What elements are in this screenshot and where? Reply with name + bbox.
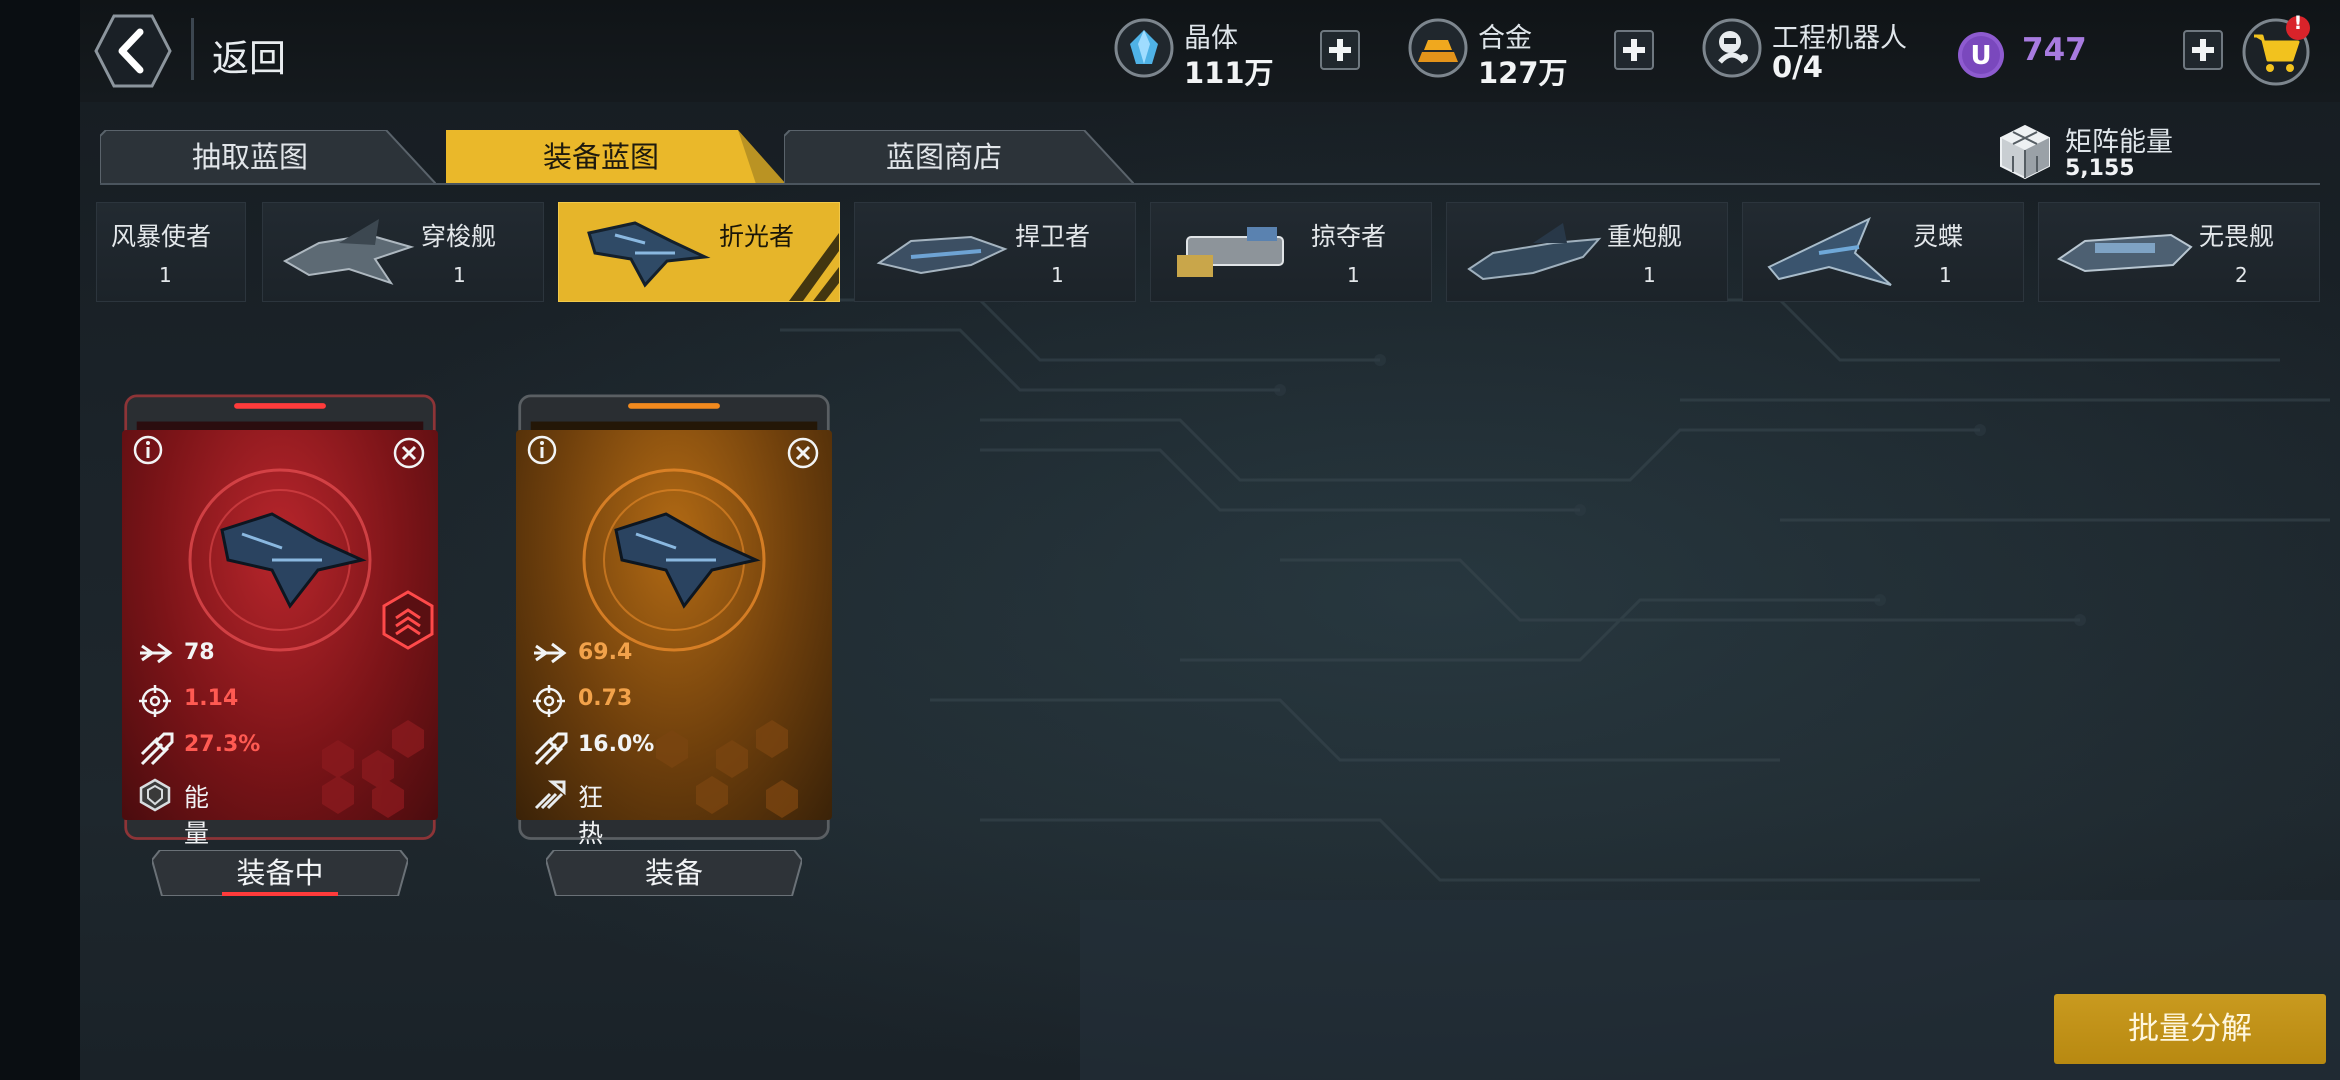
ship-icon — [587, 221, 711, 288]
ship-type-shuttle[interactable]: 穿梭舰 1 — [262, 202, 544, 302]
close-icon[interactable] — [392, 436, 426, 470]
alloy-resource: 合金 127万 — [1408, 14, 1608, 90]
button-label: 装备 — [644, 856, 703, 890]
skill-frenzy: 狂热 — [532, 778, 603, 848]
plus-icon — [1614, 30, 1654, 70]
matrix-energy-label: 矩阵能量 — [2065, 127, 2173, 158]
shop-cart-button[interactable]: ! — [2240, 12, 2312, 86]
u-coin-icon: U — [1958, 32, 2004, 78]
batch-decompose-label: 批量分解 — [2128, 1011, 2252, 1047]
rank-chevron-icon — [382, 590, 434, 650]
matrix-cube-icon — [2000, 124, 2050, 180]
ship-type-dreadnought[interactable]: 无畏舰 2 — [2038, 202, 2320, 302]
ship-type-storm-envoy[interactable]: 风暴使者 1 — [96, 202, 246, 302]
ship-name: 掠夺者 — [1311, 222, 1387, 251]
batch-decompose-button[interactable]: 批量分解 — [2054, 994, 2326, 1064]
ship-name: 无畏舰 — [2199, 222, 2275, 251]
alloy-icon — [1408, 18, 1468, 78]
ship-type-row: 风暴使者 1 穿梭舰 1 折光者 捍卫者 1 掠夺者 1 重炮舰 1 灵蝶 1 … — [80, 198, 2340, 304]
back-arrow-icon — [94, 14, 172, 88]
crystal-icon — [1114, 18, 1174, 78]
back-button[interactable] — [94, 12, 172, 90]
ship-icon — [1767, 216, 1892, 286]
ship-count: 1 — [453, 263, 466, 287]
back-label[interactable]: 返回 — [212, 28, 286, 82]
missile-icon — [140, 732, 174, 766]
stat-value: 1.14 — [184, 686, 239, 711]
skill-energy-shield: 能量盾 — [138, 778, 209, 884]
ship-count: 1 — [1939, 263, 1952, 287]
ship-count: 1 — [159, 263, 172, 287]
equip-button[interactable]: 装备 — [544, 849, 804, 897]
tab-label: 装备蓝图 — [542, 140, 659, 174]
matrix-energy: 矩阵能量 5,155 — [1995, 120, 2315, 184]
info-icon[interactable] — [526, 434, 558, 466]
crosshair-icon — [139, 685, 171, 717]
button-label: 装备中 — [236, 856, 324, 890]
stat-value: 0.73 — [578, 686, 633, 711]
speed-arrow-icon — [534, 642, 567, 664]
ship-name: 灵蝶 — [1913, 222, 1964, 251]
plus-icon — [2183, 30, 2223, 70]
ship-icon — [282, 219, 415, 285]
stat-value: 69.4 — [578, 640, 633, 665]
ship-count: 1 — [1051, 263, 1064, 287]
tab-underline — [100, 183, 2320, 185]
stat-value: 78 — [184, 640, 215, 665]
ship-count: 1 — [1347, 263, 1360, 287]
stat-value: 27.3% — [184, 732, 261, 757]
equipped-button[interactable]: 装备中 — [150, 849, 410, 897]
ship-name: 风暴使者 — [111, 222, 212, 251]
ship-name: 重炮舰 — [1607, 222, 1683, 251]
crystal-value: 111万 — [1184, 56, 1274, 90]
shield-badge-icon — [139, 778, 171, 812]
blueprint-card-red[interactable]: 78 1.14 27.3% 能量盾 — [110, 394, 450, 897]
matrix-energy-value: 5,155 — [2065, 156, 2135, 181]
ship-icon — [2056, 233, 2193, 273]
crystal-resource: 晶体 111万 — [1114, 14, 1314, 90]
ship-count: 2 — [2235, 263, 2248, 287]
crosshair-icon — [533, 685, 565, 717]
top-bar: 返回 晶体 111万 合金 127万 工程机器人 0/4 U 747 ! — [80, 0, 2340, 102]
corner-stripe — [789, 233, 839, 301]
ship-icon — [1177, 227, 1284, 277]
cart-badge: ! — [2293, 12, 2303, 34]
svg-text:U: U — [1970, 41, 1991, 71]
add-premium-button[interactable] — [2183, 30, 2223, 70]
robot-value: 0/4 — [1772, 50, 1823, 84]
stat-value: 16.0% — [578, 732, 655, 757]
tab-label: 蓝图商店 — [885, 140, 1002, 174]
ship-icon — [1467, 223, 1602, 281]
ship-type-spirit-butterfly[interactable]: 灵蝶 1 — [1742, 202, 2024, 302]
frenzy-icon — [534, 780, 566, 810]
close-icon[interactable] — [786, 436, 820, 470]
tab-blueprint-shop[interactable]: 蓝图商店 — [784, 130, 1134, 184]
missile-icon — [534, 732, 568, 766]
skill-name: 狂热 — [578, 783, 604, 848]
divider — [191, 18, 194, 80]
premium-currency-value: 747 — [2022, 32, 2087, 68]
game-screen: 返回 晶体 111万 合金 127万 工程机器人 0/4 U 747 ! 抽取蓝… — [80, 0, 2340, 1080]
robot-resource: 工程机器人 0/4 — [1702, 14, 1942, 86]
robot-icon — [1702, 18, 1762, 78]
info-icon[interactable] — [132, 434, 164, 466]
blueprint-card-orange[interactable]: 69.4 0.73 16.0% 狂热 装备 — [504, 394, 844, 897]
tab-draw-blueprint[interactable]: 抽取蓝图 — [100, 130, 436, 184]
ship-type-heavy-gunship[interactable]: 重炮舰 1 — [1446, 202, 1728, 302]
ship-count: 1 — [1643, 263, 1656, 287]
speed-arrow-icon — [140, 642, 173, 664]
ship-icon — [876, 235, 1008, 275]
add-alloy-button[interactable] — [1614, 30, 1654, 70]
ship-type-defender[interactable]: 捍卫者 1 — [854, 202, 1136, 302]
plus-icon — [1320, 30, 1360, 70]
add-crystal-button[interactable] — [1320, 30, 1360, 70]
alloy-value: 127万 — [1478, 56, 1568, 90]
ship-type-refractor[interactable]: 折光者 — [558, 202, 840, 302]
ship-type-raider[interactable]: 掠夺者 1 — [1150, 202, 1432, 302]
tab-equip-blueprint[interactable]: 装备蓝图 — [446, 130, 786, 184]
tab-label: 抽取蓝图 — [191, 140, 308, 174]
ship-name: 捍卫者 — [1015, 222, 1091, 251]
ship-name: 穿梭舰 — [421, 222, 497, 251]
